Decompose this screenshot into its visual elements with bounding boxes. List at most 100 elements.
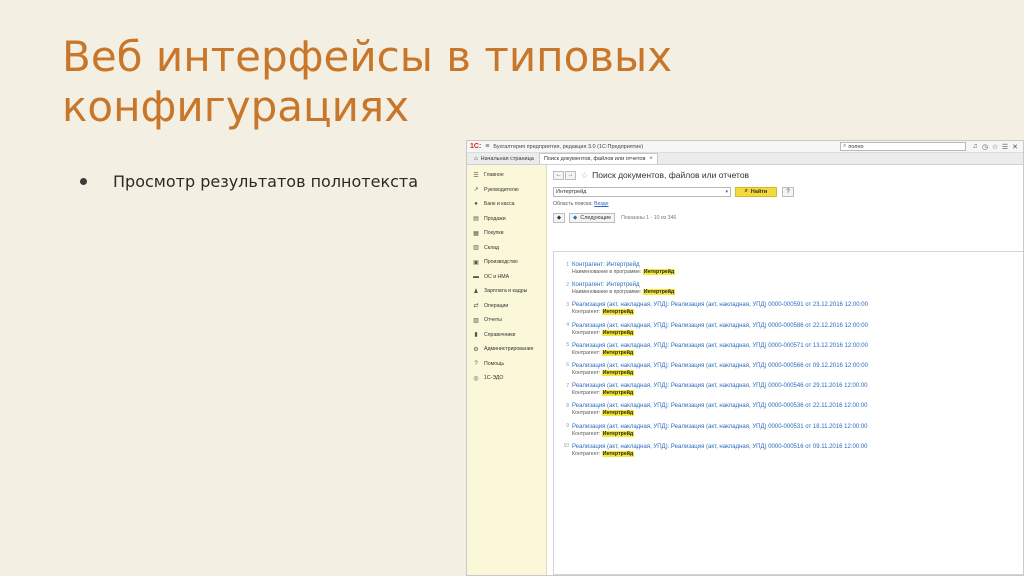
sidebar-item[interactable]: ◎ 1С-ЭДО (467, 371, 546, 386)
main-form: ← → ☆ Поиск документов, файлов или отчет… (547, 165, 1023, 575)
result-highlight: Интертрейд (601, 349, 635, 356)
sidebar-item-label: Зарплата и кадры (484, 288, 528, 295)
sidebar-item[interactable]: ↗ Руководителю (467, 183, 546, 198)
search-icon: ⌕ (843, 143, 847, 149)
sidebar-item[interactable]: ⇄ Операции (467, 299, 546, 314)
window-close-icon[interactable]: ✕ (1010, 143, 1020, 151)
sidebar-item[interactable]: ● Банк и касса (467, 197, 546, 212)
result-detail: Контрагент: Интертрейд (572, 430, 867, 438)
find-button-label: Найти (750, 188, 768, 195)
sidebar-item-label: Продажи (484, 215, 506, 222)
sidebar-item[interactable]: ⚙ Администрирование (467, 342, 546, 357)
result-number: 5 (566, 342, 569, 349)
sidebar: ☰ Главное ↗ Руководителю ● Банк и касса ▤ Прода… (467, 165, 547, 575)
scope-link[interactable]: Везде (594, 201, 608, 207)
result-highlight: Интертрейд (601, 309, 635, 316)
menu-icon[interactable]: ≡ (485, 143, 489, 150)
bullet-item: Просмотр результатов полнотекста (80, 172, 418, 191)
sidebar-item-icon: ⚙ (473, 346, 479, 353)
result-detail: Контрагент: Интертрейд (572, 369, 868, 377)
result-detail-label: Контрагент: (572, 329, 601, 336)
sidebar-item-label: Отчеты (484, 317, 502, 324)
next-button[interactable]: ◆ Следующие (569, 212, 616, 223)
result-item: 8 Реализация (акт, накладная, УПД): Реали… (560, 402, 1019, 417)
query-input[interactable]: Интертрейд ▾ (553, 186, 731, 197)
result-number: 3 (566, 301, 569, 308)
result-highlight: Интертрейд (642, 289, 676, 296)
sidebar-item-label: Справочники (484, 331, 516, 338)
sidebar-item[interactable]: ▤ Продажи (467, 212, 546, 227)
result-detail-label: Контрагент: (572, 450, 601, 457)
sidebar-item-label: Главное (484, 172, 504, 179)
result-number: 10 (563, 443, 569, 450)
result-detail-label: Наименование в программе: (572, 289, 642, 296)
sidebar-item[interactable]: ♟ Зарплата и кадры (467, 284, 546, 299)
back-button[interactable]: ← (553, 170, 564, 180)
dropdown-icon[interactable]: ▾ (725, 189, 728, 195)
sidebar-item-label: Администрирование (484, 346, 534, 353)
result-number: 9 (566, 423, 569, 429)
sidebar-item-label: Руководителю (484, 186, 519, 193)
sidebar-item-icon: ▥ (473, 245, 479, 252)
sidebar-item-label: Банк и касса (484, 201, 515, 208)
result-item: 6 Реализация (акт, накладная, УПД): Реали… (560, 362, 1019, 377)
result-number: 6 (566, 362, 569, 369)
result-link[interactable]: Реализация (акт, накладная, УПД): Реализ… (572, 423, 867, 431)
sidebar-item[interactable]: ▧ Отчеты (467, 313, 546, 328)
star-icon[interactable]: ☆ (990, 143, 1000, 151)
result-link[interactable]: Контрагент: Интертрейд (572, 281, 675, 289)
search-scope: Область поиска: Везде (553, 201, 1017, 207)
sidebar-item-label: ОС и НМА (484, 273, 510, 280)
next-button-label: Следующие (580, 214, 612, 221)
result-highlight: Интертрейд (642, 269, 676, 275)
bullet-text: Просмотр результатов полнотекста (113, 172, 419, 191)
history-icon[interactable]: ◷ (980, 143, 990, 151)
window-title: Бухгалтерия предприятия, редакция 3.0 (1… (493, 143, 644, 150)
tab-search-label: Поиск документов, файлов или отчетов (543, 156, 646, 162)
forward-button[interactable]: → (565, 170, 576, 180)
result-highlight: Интертрейд (601, 329, 635, 336)
sidebar-item[interactable]: ☰ Главное (467, 168, 546, 183)
tab-bar: ⌂ Начальная страница Поиск документов, ф… (467, 153, 1023, 165)
home-icon: ⌂ (474, 155, 478, 162)
sidebar-item-icon: ♟ (473, 288, 479, 295)
title-bar-buttons: ♫ ◷ ☆ ☰ ✕ (970, 143, 1020, 151)
sidebar-item[interactable]: ▦ Покупки (467, 226, 546, 241)
sidebar-item[interactable]: ▥ Склад (467, 241, 546, 256)
sidebar-item[interactable]: ▮ Справочники (467, 328, 546, 343)
result-item: 3 Реализация (акт, накладная, УПД): Реали… (560, 301, 1019, 316)
result-highlight: Интертрейд (601, 450, 635, 457)
sidebar-item[interactable]: ▬ ОС и НМА (467, 270, 546, 285)
find-search-icon: ⌕ (744, 188, 748, 194)
result-item: 10 Реализация (акт, накладная, УПД): Реал… (560, 443, 1019, 458)
find-button[interactable]: ⌕ Найти (735, 186, 777, 197)
tab-close-icon[interactable]: × (649, 156, 653, 162)
result-highlight: Интертрейд (601, 390, 635, 397)
result-link[interactable]: Реализация (акт, накладная, УПД): Реализ… (572, 322, 868, 330)
tab-home[interactable]: ⌂ Начальная страница (469, 153, 539, 164)
favorite-star-icon[interactable]: ☆ (581, 171, 588, 180)
result-detail: Наименование в программе: Интертрейд (572, 289, 676, 296)
result-link[interactable]: Реализация (акт, накладная, УПД): Реализ… (572, 443, 867, 451)
result-link[interactable]: Реализация (акт, накладная, УПД): Реализ… (572, 362, 868, 370)
tab-home-label: Начальная страница (480, 155, 534, 162)
sidebar-item-icon: ↗ (473, 187, 479, 194)
previous-button[interactable]: ◆ (553, 212, 565, 223)
result-detail-label: Наименование в программе: (572, 269, 642, 275)
sidebar-item[interactable]: ▣ Производство (467, 255, 546, 270)
tab-search[interactable]: Поиск документов, файлов или отчетов × (538, 153, 658, 164)
result-link[interactable]: Контрагент: Интертрейд (572, 261, 675, 269)
result-link[interactable]: Реализация (акт, накладная, УПД): Реализ… (572, 382, 867, 390)
result-detail-label: Контрагент: (572, 390, 601, 397)
result-number: 2 (566, 281, 569, 288)
help-button[interactable]: ? (782, 186, 794, 197)
sidebar-item-icon: ☰ (473, 172, 479, 179)
result-link[interactable]: Реализация (акт, накладная, УПД): Реализ… (572, 342, 868, 350)
bell-icon[interactable]: ♫ (970, 143, 980, 151)
result-detail: Контрагент: Интертрейд (572, 390, 867, 397)
global-search-input[interactable]: ⌕ полно (840, 142, 966, 151)
sidebar-item[interactable]: ? Помощь (467, 357, 546, 372)
result-item: 2 Контрагент: Интертрейд Наименование в пр… (560, 281, 1019, 296)
settings-icon[interactable]: ☰ (1000, 143, 1010, 151)
result-detail: Контрагент: Интертрейд (572, 410, 867, 417)
